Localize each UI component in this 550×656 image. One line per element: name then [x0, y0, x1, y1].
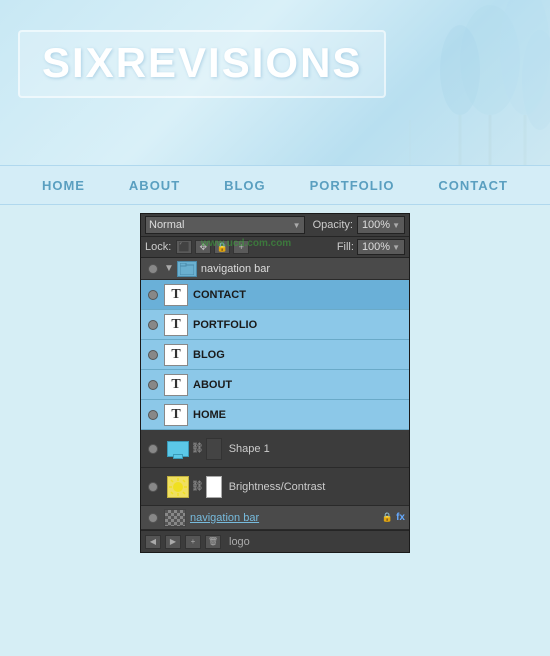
eye-icon-brightness[interactable]: [145, 479, 161, 495]
navbar: HOME ABOUT BLOG PORTFOLIO CONTACT: [0, 165, 550, 205]
eye-icon-about[interactable]: [145, 377, 161, 393]
footer-btn-2[interactable]: ▶: [165, 535, 181, 549]
nav-item-about[interactable]: ABOUT: [121, 174, 188, 197]
blend-mode-select[interactable]: Normal ▼: [145, 216, 305, 234]
layer-shape1[interactable]: ⛓ Shape 1: [141, 430, 409, 468]
text-thumb-contact: T: [164, 284, 188, 306]
layer-contact[interactable]: T CONTACT: [141, 280, 409, 310]
nav-item-home[interactable]: HOME: [34, 174, 93, 197]
banner-logo-wrap: SIXREVISIONS: [18, 30, 386, 98]
lock-all-btn[interactable]: 🔒: [214, 240, 230, 254]
text-thumb-portfolio: T: [164, 314, 188, 336]
eye-icon-shape1[interactable]: [145, 441, 161, 457]
layer-group-nav-bar[interactable]: ▼ navigation bar: [141, 258, 409, 280]
nav-item-blog[interactable]: BLOG: [216, 174, 274, 197]
site-logo: SIXREVISIONS: [42, 42, 362, 84]
layer-about[interactable]: T ABOUT: [141, 370, 409, 400]
banner: SIXREVISIONS: [0, 0, 550, 165]
layer-home[interactable]: T HOME: [141, 400, 409, 430]
chain-icon: ⛓: [191, 443, 204, 454]
text-thumb-blog: T: [164, 344, 188, 366]
opacity-arrow: ▼: [392, 221, 400, 230]
fill-input[interactable]: 100% ▼: [357, 239, 405, 255]
eye-icon-home[interactable]: [145, 407, 161, 423]
text-thumb-about: T: [164, 374, 188, 396]
ps-footer: ◀ ▶ + 🗑 logo: [141, 530, 409, 552]
layer-blog[interactable]: T BLOG: [141, 340, 409, 370]
lock-icon-small: 🔒: [382, 512, 393, 523]
nav-item-contact[interactable]: CONTACT: [430, 174, 516, 197]
opacity-input[interactable]: 100% ▼: [357, 216, 405, 234]
fill-arrow: ▼: [392, 243, 400, 252]
group-expand-arrow[interactable]: ▼: [164, 263, 174, 274]
square-thumbnail: [206, 438, 222, 460]
ps-lockbar: Lock: ⬛ ✥ 🔒 + www.ucd.com.com Fill: 100%…: [141, 237, 409, 258]
ps-layers-panel: Normal ▼ Opacity: 100% ▼ Lock: ⬛ ✥ 🔒 + w…: [140, 213, 410, 553]
text-thumb-home: T: [164, 404, 188, 426]
lock-extra-btn[interactable]: +: [233, 240, 249, 254]
layer-group-nav-bar-bottom[interactable]: navigation bar 🔒 fx: [141, 506, 409, 530]
footer-btn-delete[interactable]: 🗑: [205, 535, 221, 549]
shape-thumb-group: ⛓: [167, 438, 222, 460]
bc-chain-icon: ⛓: [191, 481, 204, 492]
layer-portfolio[interactable]: T PORTFOLIO: [141, 310, 409, 340]
eye-icon-blog[interactable]: [145, 347, 161, 363]
layer-brightness[interactable]: ⛓ Brightness/Contrast: [141, 468, 409, 506]
nav-item-portfolio[interactable]: PORTFOLIO: [302, 174, 403, 197]
eye-icon-bottom-group[interactable]: [145, 510, 161, 526]
lock-pixels-btn[interactable]: ⬛: [176, 240, 192, 254]
blend-mode-chevron: ▼: [293, 221, 301, 230]
group-thumb-checkerboard: [164, 509, 186, 527]
bc-thumb-group: ⛓: [167, 476, 222, 498]
eye-icon-portfolio[interactable]: [145, 317, 161, 333]
footer-btn-1[interactable]: ◀: [145, 535, 161, 549]
bc-mask-thumbnail: [206, 476, 222, 498]
eye-icon-contact[interactable]: [145, 287, 161, 303]
eye-icon-group[interactable]: [145, 261, 161, 277]
lock-position-btn[interactable]: ✥: [195, 240, 211, 254]
monitor-thumbnail: [167, 441, 189, 457]
footer-btn-add[interactable]: +: [185, 535, 201, 549]
ps-topbar: Normal ▼ Opacity: 100% ▼: [141, 214, 409, 237]
group-folder-icon: [177, 261, 197, 277]
brightness-thumbnail: [167, 476, 189, 498]
